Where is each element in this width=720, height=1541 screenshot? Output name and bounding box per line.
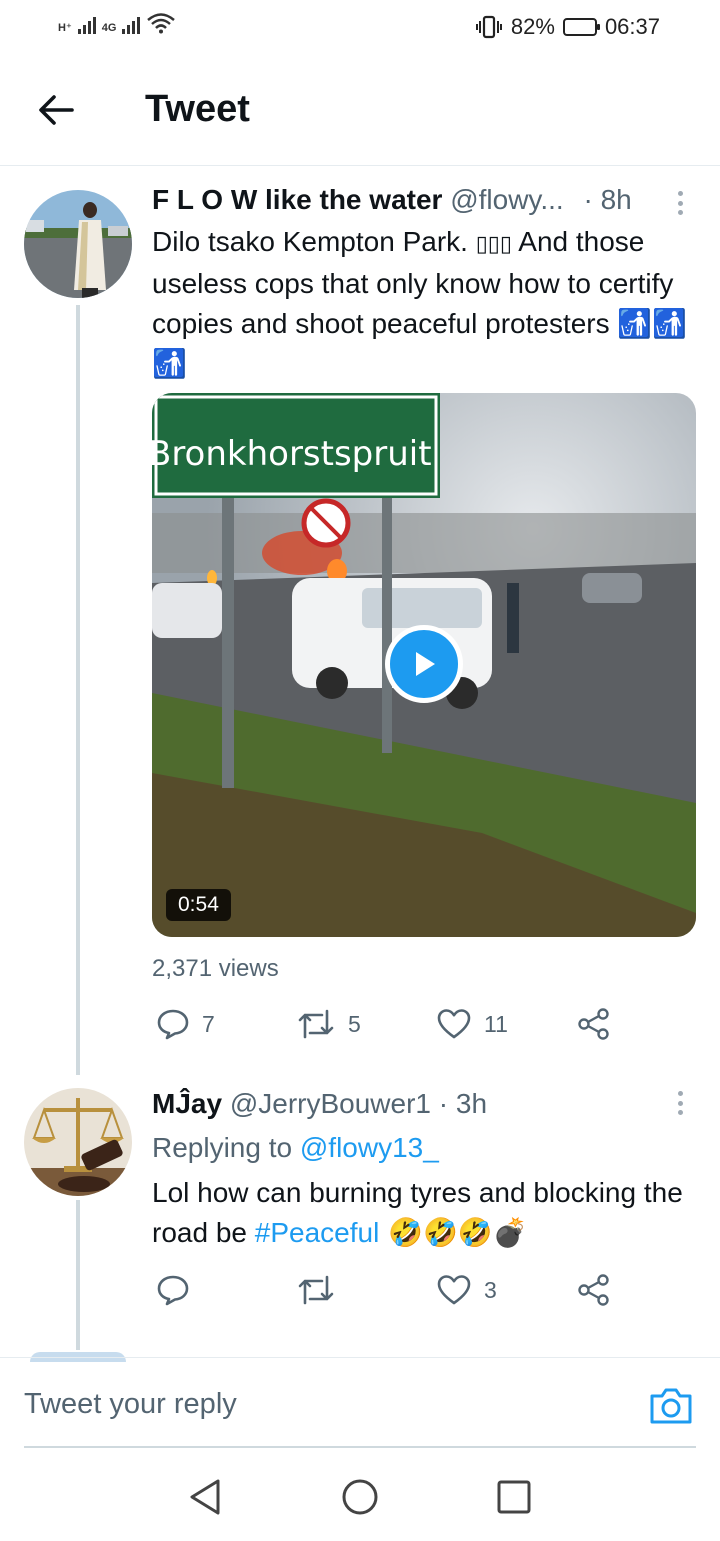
reply-button[interactable]: 7: [156, 1004, 215, 1044]
tweet-text-part: Dilo tsako Kempton Park.: [152, 226, 476, 257]
replying-handle-link[interactable]: @flowy13_: [300, 1132, 439, 1163]
network-type-1: H⁺: [58, 22, 72, 34]
tweet-actions: 7 5 11: [152, 1004, 622, 1044]
tweet-text: Lol how can burning tyres and blocking t…: [152, 1173, 702, 1253]
tweet-text: Dilo tsako Kempton Park. ▯▯▯ And those u…: [152, 222, 702, 384]
timestamp: · 3h: [438, 1088, 488, 1119]
heart-icon: [437, 1275, 471, 1305]
nav-back-icon[interactable]: [186, 1477, 226, 1517]
reply-button[interactable]: [156, 1270, 202, 1310]
reply-divider: [24, 1446, 696, 1448]
retweet-icon: [298, 1009, 334, 1039]
timestamp: · 8h: [583, 184, 632, 215]
reply-count: 7: [202, 1010, 215, 1037]
more-options-icon[interactable]: [670, 1088, 690, 1118]
tweet-header: MĴay @JerryBouwer1 · 3h: [152, 1088, 487, 1120]
missing-emoji-glyphs: ▯▯▯: [475, 231, 513, 256]
thread-connector: [76, 305, 80, 1075]
reply-composer: [0, 1357, 720, 1449]
avatar[interactable]: [24, 190, 132, 298]
heart-icon: [437, 1009, 471, 1039]
thread-connector: [76, 1200, 80, 1350]
retweet-icon: [298, 1275, 334, 1305]
like-button[interactable]: 3: [436, 1270, 497, 1310]
road-sign-text: Bronkhorstspruit: [152, 434, 432, 474]
back-arrow-icon[interactable]: [34, 90, 78, 130]
reply-icon: [157, 1275, 189, 1306]
handle[interactable]: @flowy...: [450, 184, 563, 215]
nav-recents-icon[interactable]: [494, 1477, 534, 1517]
play-button[interactable]: [385, 625, 463, 703]
tweet-actions: 3: [152, 1270, 622, 1310]
avatar[interactable]: [24, 1088, 132, 1196]
retweet-button[interactable]: [296, 1270, 348, 1310]
camera-icon[interactable]: [648, 1384, 694, 1426]
avatar-photo: [24, 190, 132, 298]
like-count: 3: [484, 1276, 497, 1303]
like-button[interactable]: 11: [436, 1004, 508, 1044]
display-name[interactable]: F L O W like the water: [152, 184, 442, 215]
signal-bars-icon-2: [122, 14, 141, 34]
play-icon: [416, 652, 435, 676]
share-icon: [578, 1274, 609, 1306]
display-name[interactable]: MĴay: [152, 1088, 222, 1119]
avatar-photo: [24, 1088, 132, 1196]
vibrate-icon: [475, 15, 502, 39]
retweet-button[interactable]: 5: [296, 1004, 361, 1044]
network-type-2: 4G: [101, 22, 117, 34]
status-bar: H⁺ 4G 82% 06:37: [0, 0, 720, 56]
reply-input[interactable]: [24, 1376, 624, 1432]
status-right: 82% 06:37: [475, 14, 660, 40]
retweet-count: 5: [348, 1010, 361, 1037]
system-navigation-bar: [0, 1449, 720, 1541]
handle[interactable]: @JerryBouwer1: [230, 1088, 431, 1119]
battery-percent: 82%: [510, 14, 555, 39]
replying-to: Replying to @flowy13_: [152, 1128, 702, 1168]
view-count: 2,371 views: [152, 955, 279, 982]
video-duration: 0:54: [166, 889, 231, 921]
video-player[interactable]: Bronkhorstspruit 0:54: [152, 393, 696, 937]
wifi-icon: [147, 13, 176, 34]
page-title: Tweet: [145, 88, 250, 130]
hashtag-link[interactable]: #Peaceful: [255, 1217, 380, 1248]
emoji-text: 🤣🤣🤣💣: [379, 1216, 528, 1249]
signal-bars-icon: [77, 14, 96, 34]
status-network-indicators: H⁺ 4G: [58, 12, 176, 34]
tweet-header: F L O W like the water @flowy... · 8h: [152, 184, 632, 216]
reply-icon: [157, 1009, 189, 1040]
like-count: 11: [484, 1010, 508, 1037]
share-button[interactable]: [576, 1004, 612, 1044]
more-options-icon[interactable]: [670, 188, 690, 218]
top-app-bar: Tweet: [0, 56, 720, 166]
replying-prefix: Replying to: [152, 1132, 300, 1163]
share-icon: [578, 1008, 609, 1040]
share-button[interactable]: [576, 1270, 612, 1310]
battery-icon: [562, 18, 600, 36]
clock: 06:37: [604, 14, 660, 39]
nav-home-icon[interactable]: [340, 1477, 380, 1517]
